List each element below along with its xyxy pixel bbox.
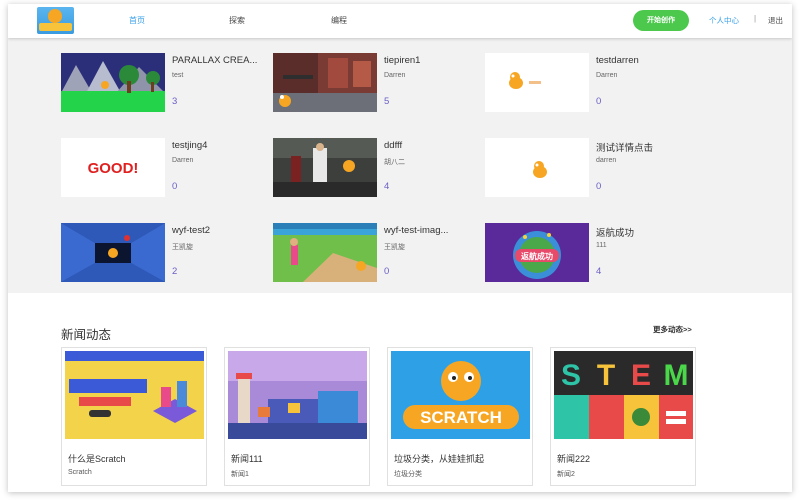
project-card[interactable]: tiepiren1 Darren 5 xyxy=(273,53,473,115)
news-subtitle: 新闻1 xyxy=(231,471,249,478)
project-thumbnail[interactable] xyxy=(485,53,589,112)
project-count: 4 xyxy=(384,181,390,192)
news-title[interactable]: 新闻222 xyxy=(557,452,590,465)
success-badge-text: 返航成功 xyxy=(521,251,553,261)
project-count: 5 xyxy=(384,96,390,107)
project-thumbnail[interactable] xyxy=(273,138,377,197)
project-thumbnail[interactable] xyxy=(485,138,589,197)
site-logo[interactable] xyxy=(37,7,74,34)
project-count: 2 xyxy=(172,266,178,277)
project-grid: PARALLAX CREA... test 3 tiepiren1 Darren… xyxy=(8,38,792,293)
project-author: Darren xyxy=(384,72,406,79)
project-count: 0 xyxy=(172,181,178,192)
news-card[interactable]: 新闻111 新闻1 xyxy=(224,347,370,486)
project-thumbnail[interactable]: GOOD! xyxy=(61,138,165,197)
news-subtitle: 垃圾分类 xyxy=(394,471,422,478)
project-title[interactable]: testdarren xyxy=(596,55,688,66)
project-thumbnail[interactable] xyxy=(273,53,377,112)
news-card[interactable]: S T E M 新闻222 新闻2 xyxy=(550,347,696,486)
project-count: 0 xyxy=(596,96,602,107)
project-author: test xyxy=(172,72,184,79)
project-count: 4 xyxy=(596,266,602,277)
project-author: 王凯旋 xyxy=(172,244,193,251)
news-image[interactable] xyxy=(65,351,204,439)
news-more-link[interactable]: 更多动态>> xyxy=(653,324,692,335)
news-image[interactable] xyxy=(228,351,367,439)
news-subtitle: 新闻2 xyxy=(557,471,575,478)
news-heading: 新闻动态 xyxy=(61,328,112,342)
project-card[interactable]: 返航成功 返航成功 111 4 xyxy=(485,223,685,285)
project-title[interactable]: PARALLAX CREA... xyxy=(172,55,264,66)
nav-separator: | xyxy=(754,14,757,23)
good-text: GOOD! xyxy=(88,160,139,177)
stem-letter-e: E xyxy=(631,359,651,392)
project-thumbnail[interactable] xyxy=(273,223,377,282)
nav-explore[interactable]: 探索 xyxy=(229,15,245,26)
project-card[interactable]: ddfff 胡八二 4 xyxy=(273,138,473,200)
stem-letter-t: T xyxy=(597,359,615,392)
nav-program[interactable]: 编程 xyxy=(331,15,347,26)
scratch-cat-icon xyxy=(48,9,62,23)
project-count: 3 xyxy=(172,96,178,107)
project-title[interactable]: 测试详情点击 xyxy=(596,140,688,154)
logout-link[interactable]: 退出 xyxy=(768,15,783,26)
news-subtitle: Scratch xyxy=(68,469,92,476)
project-thumbnail[interactable] xyxy=(61,53,165,112)
project-title[interactable]: testjing4 xyxy=(172,140,264,151)
news-image[interactable]: SCRATCH xyxy=(391,351,530,439)
project-author: 王凯旋 xyxy=(384,244,405,251)
scratch-logo-text: SCRATCH xyxy=(420,408,502,427)
nav-home[interactable]: 首页 xyxy=(129,15,145,26)
news-card[interactable]: SCRATCH 垃圾分类，从娃娃抓起 垃圾分类 xyxy=(387,347,533,486)
project-card[interactable]: wyf-test-imag... 王凯旋 0 xyxy=(273,223,473,285)
project-card[interactable]: testdarren Darren 0 xyxy=(485,53,685,115)
news-title[interactable]: 新闻111 xyxy=(231,452,263,465)
stem-letter-s: S xyxy=(561,359,581,392)
start-creating-button[interactable]: 开始创作 xyxy=(633,10,689,31)
project-title[interactable]: wyf-test-imag... xyxy=(384,225,476,236)
project-card[interactable]: wyf-test2 王凯旋 2 xyxy=(61,223,261,285)
project-count: 0 xyxy=(596,181,602,192)
page-frame: 首页 探索 编程 开始创作 个人中心 | 退出 PARALLAX CREA...… xyxy=(8,4,792,492)
project-card[interactable]: PARALLAX CREA... test 3 xyxy=(61,53,261,115)
user-center-link[interactable]: 个人中心 xyxy=(709,15,739,26)
news-title[interactable]: 什么是Scratch xyxy=(68,452,126,465)
project-author: Darren xyxy=(172,157,194,164)
logo-band xyxy=(39,23,72,31)
project-title[interactable]: wyf-test2 xyxy=(172,225,264,236)
project-author: Darren xyxy=(596,72,618,79)
project-title[interactable]: tiepiren1 xyxy=(384,55,476,66)
project-card[interactable]: GOOD! testjing4 Darren 0 xyxy=(61,138,261,200)
stem-letter-m: M xyxy=(664,359,689,392)
project-thumbnail[interactable] xyxy=(61,223,165,282)
news-section: 新闻动态 更多动态>> 什么是Scratch Scratch 新闻111 新闻1… xyxy=(8,293,792,492)
project-count: 0 xyxy=(384,266,390,277)
top-nav-bar: 首页 探索 编程 开始创作 个人中心 | 退出 xyxy=(8,4,792,38)
news-title[interactable]: 垃圾分类，从娃娃抓起 xyxy=(394,452,484,465)
project-card[interactable]: 测试详情点击 darren 0 xyxy=(485,138,685,200)
project-author: 胡八二 xyxy=(384,159,405,166)
project-author: 111 xyxy=(596,242,607,249)
project-author: darren xyxy=(596,157,617,164)
news-card[interactable]: 什么是Scratch Scratch xyxy=(61,347,207,486)
news-image[interactable]: S T E M xyxy=(554,351,693,439)
project-title[interactable]: 返航成功 xyxy=(596,225,688,239)
project-title[interactable]: ddfff xyxy=(384,140,476,151)
project-thumbnail[interactable]: 返航成功 xyxy=(485,223,589,282)
